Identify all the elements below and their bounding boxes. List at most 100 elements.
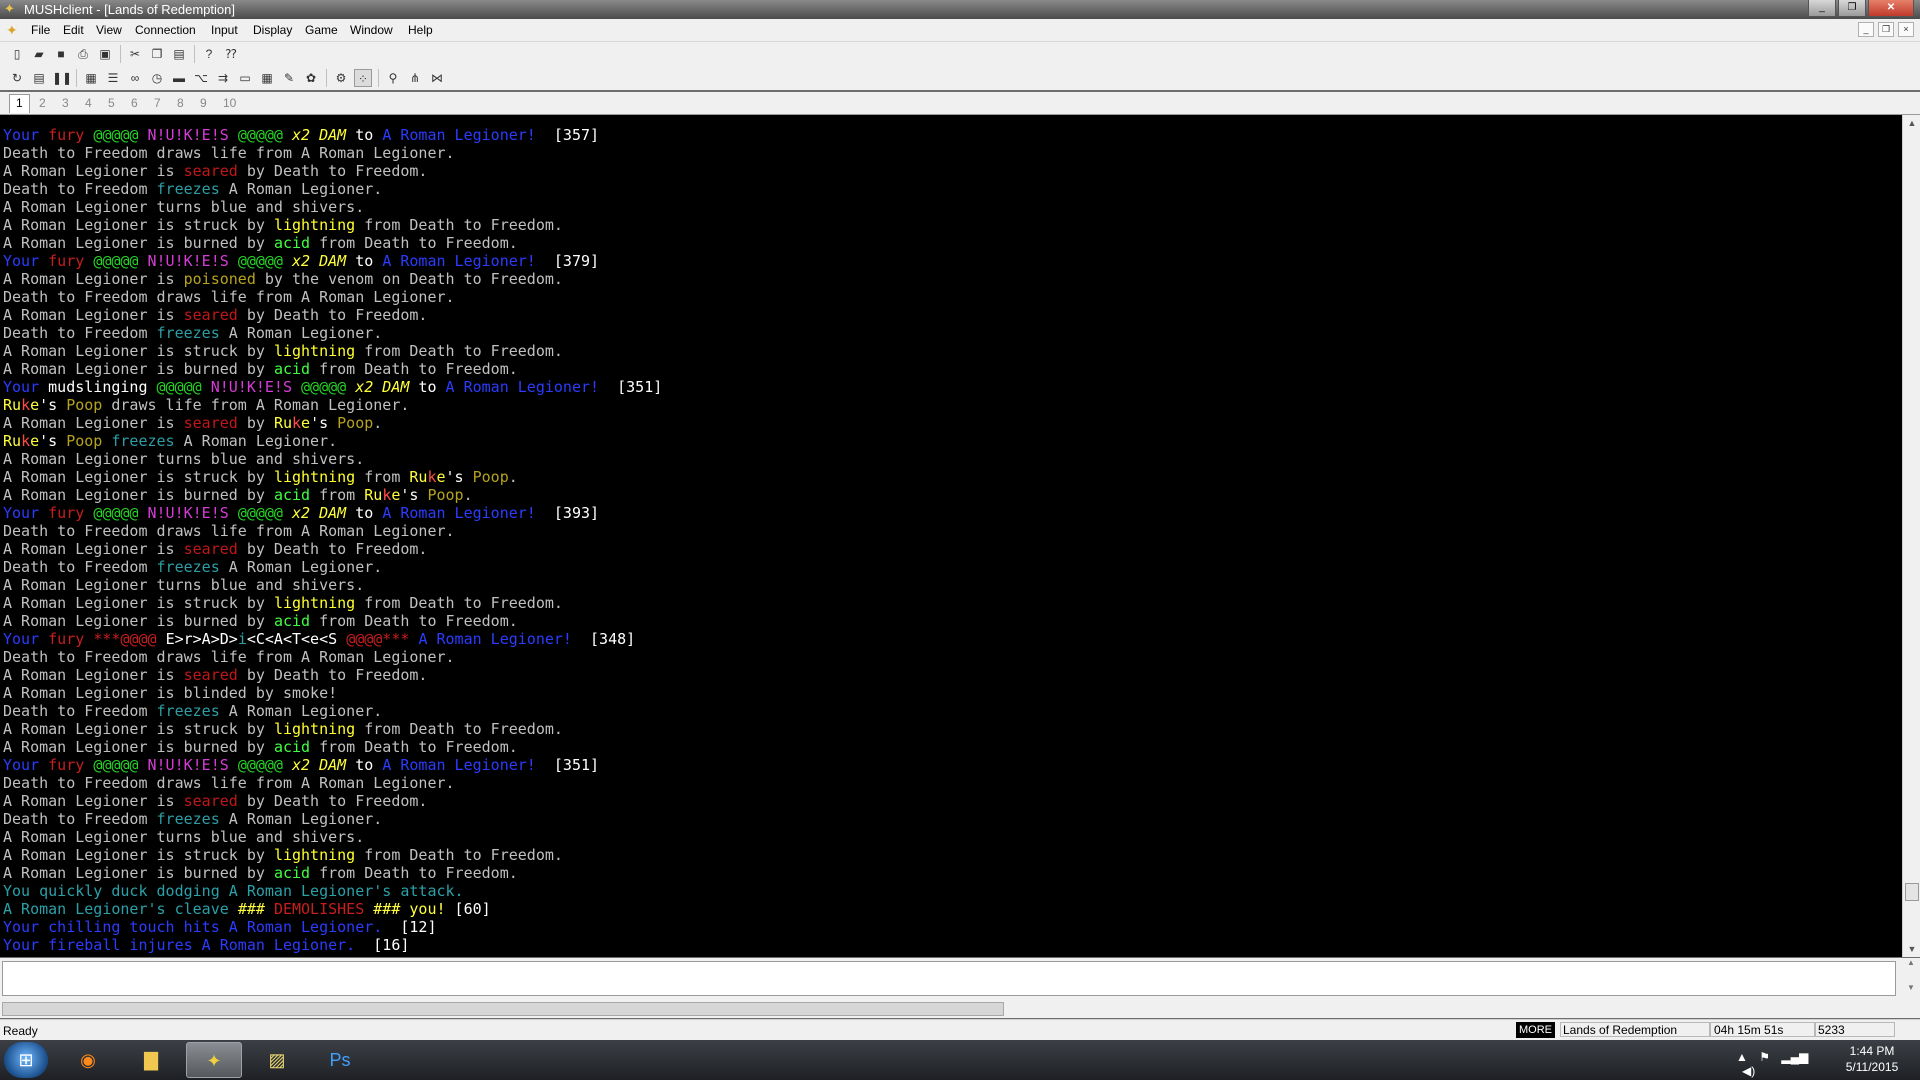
output-line: You quickly duck dodging A Roman Legione… xyxy=(3,882,464,900)
output-scrollbar[interactable]: ▲ ▼ xyxy=(1902,115,1920,957)
output-window[interactable]: Your fury @@@@@ N!U!K!E!S @@@@@ x2 DAM t… xyxy=(0,115,1902,957)
world-tab-8[interactable]: 8 xyxy=(177,96,184,110)
find-icon[interactable]: ⚲ xyxy=(384,69,402,87)
table-icon[interactable]: ▦ xyxy=(258,69,276,87)
timer-icon[interactable]: ◷ xyxy=(148,69,166,87)
chat-icon[interactable]: ⋈ xyxy=(428,69,446,87)
output-text-segment: Poop xyxy=(66,432,112,450)
tray-expand-icon[interactable]: ▲ xyxy=(1736,1050,1748,1064)
output-text-segment: DEMOLISHES xyxy=(273,900,374,918)
command-scroll-down-icon[interactable]: ▼ xyxy=(1902,983,1920,992)
paste-icon[interactable]: ▤ xyxy=(170,45,188,63)
mapper-icon[interactable]: ⋔ xyxy=(406,69,424,87)
explorer-icon[interactable]: ▇ xyxy=(123,1042,179,1078)
command-input[interactable] xyxy=(2,961,1896,996)
reconnect-icon[interactable]: ↻ xyxy=(8,69,26,87)
menu-input[interactable]: Input xyxy=(211,23,238,37)
output-text-segment: lightning xyxy=(273,720,356,738)
close-button[interactable]: ✕ xyxy=(1868,0,1914,17)
scroll-thumb[interactable] xyxy=(1905,883,1919,901)
menu-game[interactable]: Game xyxy=(305,23,338,37)
network-icon[interactable]: ▂▄▆ xyxy=(1781,1050,1808,1064)
output-text-segment: to xyxy=(418,378,446,396)
world-tab-1[interactable]: 1 xyxy=(9,94,30,113)
plugins-icon[interactable]: ⚙ xyxy=(332,69,350,87)
notepad-icon[interactable]: ✎ xyxy=(280,69,298,87)
list-icon[interactable]: ☰ xyxy=(104,69,122,87)
window-title: MUSHclient - [Lands of Redemption] xyxy=(24,2,235,17)
open-icon[interactable]: ▰ xyxy=(30,45,48,63)
command-scrollbar[interactable]: ▲ ▼ xyxy=(1902,958,1920,1000)
horizontal-scrollbar[interactable] xyxy=(0,1000,1920,1018)
minimize-button[interactable]: _ xyxy=(1808,0,1836,17)
world-tab-5[interactable]: 5 xyxy=(108,96,115,110)
output-text-segment: acid xyxy=(273,234,311,252)
speedwalk-icon[interactable]: ⁘ xyxy=(354,69,372,87)
print-icon[interactable]: ⎙ xyxy=(74,45,92,63)
output-line: Death to Freedom draws life from A Roman… xyxy=(3,144,455,162)
output-text-segment: k xyxy=(382,486,392,504)
menu-edit[interactable]: Edit xyxy=(63,23,84,37)
command-scroll-up-icon[interactable]: ▲ xyxy=(1902,958,1920,967)
document-menu-icon[interactable]: ✦ xyxy=(6,22,22,38)
menu-file[interactable]: File xyxy=(31,23,50,37)
help-icon[interactable]: ? xyxy=(200,45,218,63)
cut-icon[interactable]: ✂ xyxy=(126,45,144,63)
pause-icon[interactable]: ❚❚ xyxy=(52,69,72,87)
output-text-segment: lightning xyxy=(273,846,356,864)
output-text-segment: N!U!K!E!S xyxy=(147,126,238,144)
output-text-segment: e xyxy=(30,396,40,414)
menu-view[interactable]: View xyxy=(96,23,122,37)
horizontal-scroll-thumb[interactable] xyxy=(2,1002,1004,1016)
restore-button[interactable]: ❐ xyxy=(1838,0,1866,17)
world-tab-10[interactable]: 10 xyxy=(223,96,236,110)
world-tab-3[interactable]: 3 xyxy=(62,96,69,110)
menu-window[interactable]: Window xyxy=(350,23,393,37)
output-line: A Roman Legioner is struck by lightning … xyxy=(3,216,563,234)
menu-display[interactable]: Display xyxy=(253,23,292,37)
world-tab-6[interactable]: 6 xyxy=(131,96,138,110)
new-icon[interactable]: ▯ xyxy=(8,45,26,63)
mushclient-app-icon[interactable]: ✦ xyxy=(4,2,18,16)
menu-connection[interactable]: Connection xyxy=(135,23,196,37)
scripts-icon[interactable]: ✿ xyxy=(302,69,320,87)
screen-icon[interactable]: ▬ xyxy=(170,69,188,87)
notes-icon[interactable]: ▨ xyxy=(249,1042,305,1078)
mdi-minimize-button[interactable]: _ xyxy=(1858,22,1874,37)
print-preview-icon[interactable]: ▣ xyxy=(96,45,114,63)
alias-icon[interactable]: ⇉ xyxy=(214,69,232,87)
output-text-segment: [379] xyxy=(535,252,600,270)
world-tab-9[interactable]: 9 xyxy=(200,96,207,110)
scroll-up-icon[interactable]: ▲ xyxy=(1903,115,1920,131)
mushclient-icon[interactable]: ✦ xyxy=(186,1042,242,1078)
menu-help[interactable]: Help xyxy=(408,23,433,37)
world-tab-2[interactable]: 2 xyxy=(39,96,46,110)
copy-icon[interactable]: ❐ xyxy=(148,45,166,63)
world-config-icon[interactable]: ▦ xyxy=(82,69,100,87)
photoshop-icon[interactable]: Ps xyxy=(312,1042,368,1078)
output-text-segment: Death to Freedom draws life from A Roman… xyxy=(3,144,455,162)
taskbar-clock[interactable]: 1:44 PM 5/11/2015 xyxy=(1830,1043,1914,1075)
output-text-segment: from Death to Freedom. xyxy=(355,342,563,360)
action-center-icon[interactable]: ⚑ xyxy=(1759,1050,1770,1064)
window-icon[interactable]: ▭ xyxy=(236,69,254,87)
start-button[interactable]: ⊞ xyxy=(4,1042,48,1078)
world-tab-7[interactable]: 7 xyxy=(154,96,161,110)
trigger-icon[interactable]: ⌥ xyxy=(192,69,210,87)
output-line: A Roman Legioner is seared by Ruke's Poo… xyxy=(3,414,382,432)
world-tab-4[interactable]: 4 xyxy=(85,96,92,110)
output-text-segment: acid xyxy=(273,612,311,630)
log-icon[interactable]: ▤ xyxy=(30,69,48,87)
output-text-segment: seared xyxy=(183,540,238,558)
context-help-icon[interactable]: ⁇ xyxy=(222,45,240,63)
save-icon[interactable]: ■ xyxy=(52,45,70,63)
taskbar: ⊞ ◉ ▇ ✦ ▨ Ps ▲ ⚑ ▂▄▆ ◀) 1:44 PM 5/11/2015 xyxy=(0,1040,1920,1080)
macro-icon[interactable]: ∞ xyxy=(126,69,144,87)
output-text-segment: A Roman Legioner is burned by xyxy=(3,612,274,630)
firefox-icon[interactable]: ◉ xyxy=(60,1042,116,1078)
volume-icon[interactable]: ◀) xyxy=(1742,1064,1755,1078)
output-text-segment: k xyxy=(21,432,31,450)
mdi-restore-button[interactable]: ❐ xyxy=(1878,22,1894,37)
scroll-down-icon[interactable]: ▼ xyxy=(1903,941,1920,957)
mdi-close-button[interactable]: × xyxy=(1898,22,1914,37)
